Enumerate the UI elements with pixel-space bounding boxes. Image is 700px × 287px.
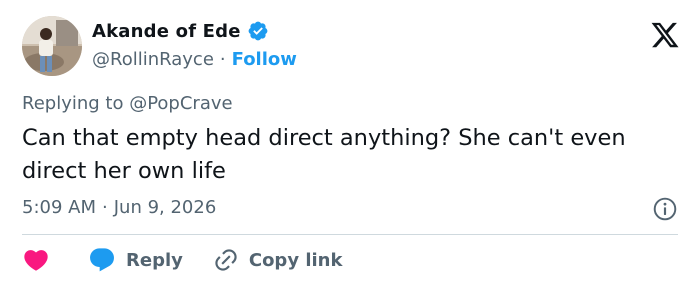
tweet-text: Can that empty head direct anything? She… (22, 125, 626, 184)
follow-button[interactable]: Follow (232, 49, 297, 70)
reply-context-prefix: Replying to (22, 93, 130, 114)
author-handle-row: @RollinRayce · Follow (92, 49, 297, 70)
meta-separator: · (102, 197, 108, 218)
avatar-image (22, 16, 82, 76)
heart-icon (24, 250, 48, 271)
tweet-time[interactable]: 5:09 AM (22, 197, 96, 218)
tweet-date[interactable]: Jun 9, 2026 (114, 197, 217, 218)
x-logo-icon[interactable] (650, 20, 680, 50)
reply-bubble-icon (90, 248, 114, 272)
like-button[interactable] (22, 246, 50, 274)
handle-separator: · (219, 49, 226, 70)
copy-link-label: Copy link (248, 249, 343, 271)
reply-label: Reply (126, 249, 183, 271)
reply-context-mention[interactable]: @PopCrave (129, 93, 232, 114)
reply-context: Replying to @PopCrave (22, 93, 233, 114)
copy-link-button[interactable]: Copy link (213, 247, 343, 273)
author-handle[interactable]: @RollinRayce (92, 49, 214, 70)
reply-button[interactable]: Reply (88, 246, 183, 274)
divider (22, 234, 678, 235)
author-name[interactable]: Akande of Ede (92, 21, 241, 42)
author-name-row: Akande of Ede (92, 20, 269, 42)
action-bar: Reply Copy link (22, 246, 342, 274)
info-icon[interactable] (652, 196, 678, 222)
avatar[interactable] (22, 16, 82, 76)
verified-badge-icon (248, 21, 268, 41)
link-icon (215, 249, 237, 271)
tweet-meta: 5:09 AM · Jun 9, 2026 (22, 197, 216, 218)
